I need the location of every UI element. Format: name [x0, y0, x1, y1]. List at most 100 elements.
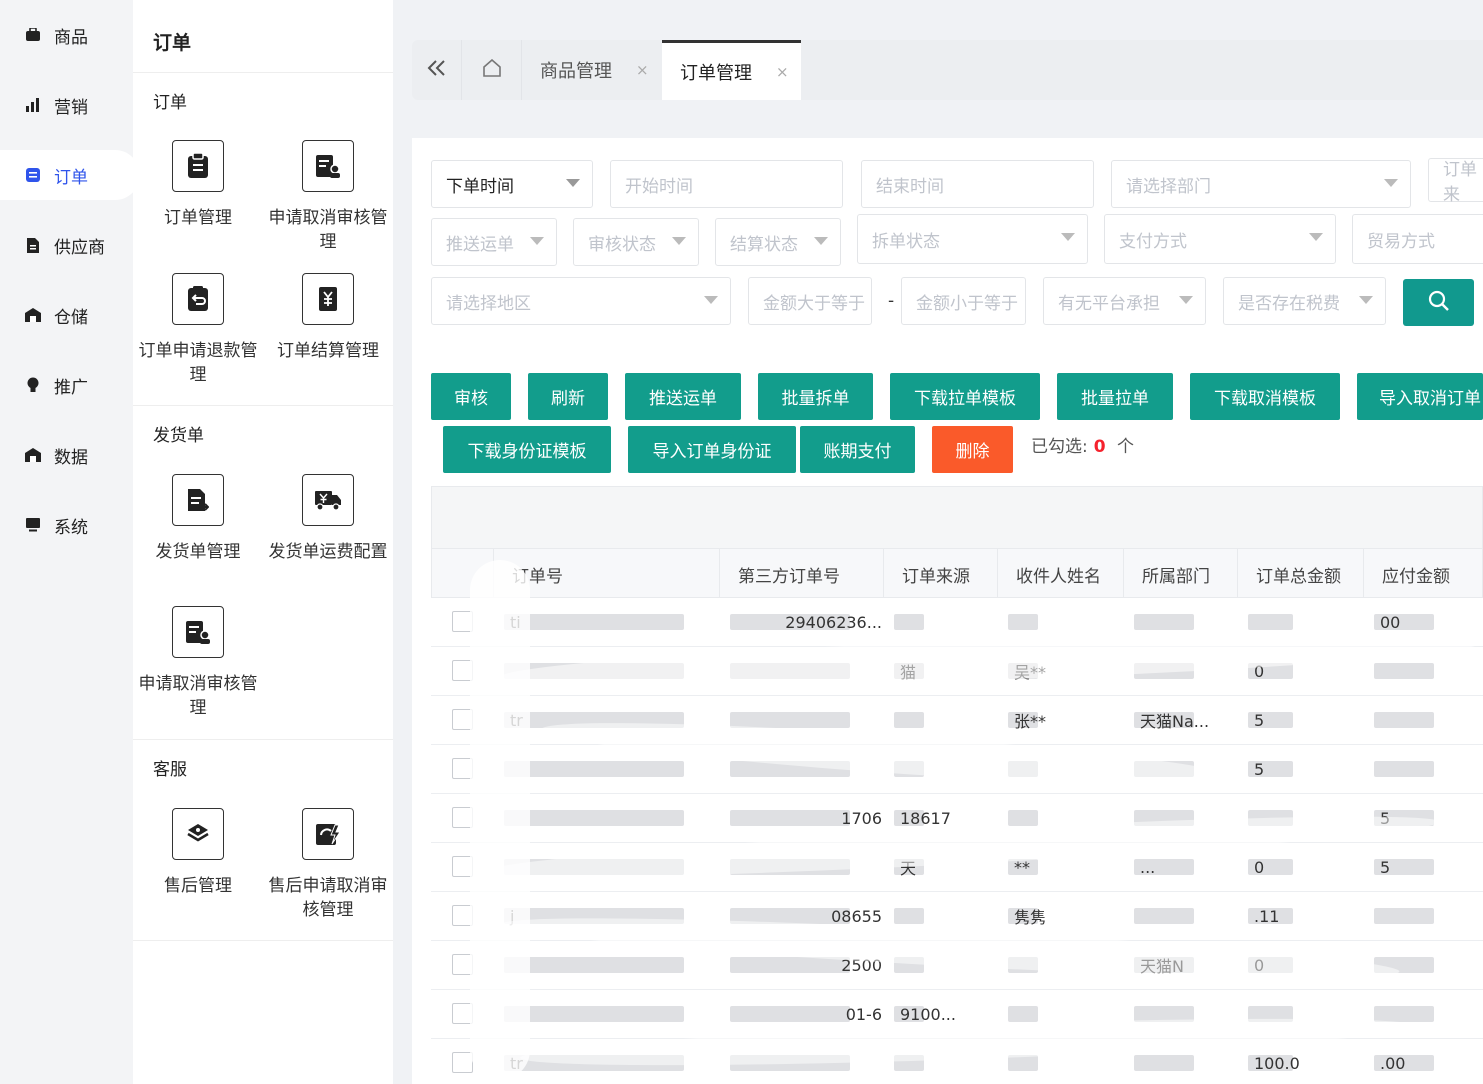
tile-aftersale-cancel-audit[interactable]: 售后申请取消审核管理 [263, 808, 393, 922]
nav-item-orders[interactable]: 订单 [0, 150, 140, 200]
tile-label: 订单管理 [164, 208, 232, 228]
region-select[interactable]: 请选择地区 [431, 277, 731, 325]
table-header: 订单号 第三方订单号 订单来源 收件人姓名 所属部门 订单总金额 应付金额 [431, 548, 1483, 599]
pay-method-select[interactable]: 支付方式 [1104, 214, 1336, 264]
platform-bear-select[interactable]: 有无平台承担 [1043, 277, 1206, 325]
amount-max-input[interactable]: 金额小于等于 [901, 277, 1026, 325]
tile-order-manage[interactable]: 订单管理 [133, 140, 263, 230]
settle-status-select[interactable]: 结算状态 [715, 218, 841, 266]
table-cell [1122, 892, 1236, 940]
table-cell [1362, 696, 1477, 744]
section-title: 客服 [153, 760, 187, 780]
download-id-template-button[interactable]: 下载身份证模板 [443, 426, 611, 473]
col-receiver-name: 收件人姓名 [997, 549, 1123, 599]
end-time-input[interactable]: 结束时间 [861, 160, 1094, 208]
tile-refund-manage[interactable]: 订单申请退款管理 [133, 273, 263, 387]
caret-down-icon [814, 237, 828, 245]
trade-mode-select[interactable]: 贸易方式 [1352, 214, 1483, 264]
nav-item-system[interactable]: 系统 [0, 500, 133, 550]
aftersale-audit-icon [302, 808, 354, 860]
period-pay-button[interactable]: 账期支付 [800, 426, 915, 473]
placeholder: 金额小于等于 [916, 293, 1018, 314]
col-order-source: 订单来源 [883, 549, 997, 599]
order-time-select[interactable]: 下单时间 [431, 160, 593, 208]
double-chevron-left-icon [427, 59, 447, 81]
nav-item-promotion[interactable]: 推广 [0, 360, 133, 410]
tile-freight-config[interactable]: 发货单运费配置 [263, 474, 393, 564]
tax-select[interactable]: 是否存在税费 [1223, 277, 1386, 325]
push-status-select[interactable]: 推送运单 [431, 218, 557, 266]
refund-icon [172, 273, 224, 325]
table-cell: 5 [1254, 759, 1265, 779]
tile-settlement[interactable]: 订单结算管理 [263, 273, 393, 363]
tile-aftersale[interactable]: 售后管理 [133, 808, 263, 898]
tab-order-manage[interactable]: 订单管理 × [662, 40, 801, 100]
close-icon[interactable]: × [776, 63, 789, 81]
table-cell [882, 598, 996, 646]
divider [133, 72, 393, 73]
download-cancel-template-button[interactable]: 下载取消模板 [1190, 373, 1340, 420]
bag-icon [24, 27, 42, 43]
audit-button[interactable]: 审核 [431, 373, 511, 420]
search-button[interactable] [1403, 279, 1474, 326]
table-cell: 张** [1014, 712, 1047, 731]
close-icon[interactable]: × [636, 61, 649, 79]
nav-item-warehouse[interactable]: 仓储 [0, 290, 133, 340]
primary-nav: 商品 营销 订单 供应商 仓储 推广 数据 系统 [0, 0, 140, 1084]
nav-item-label: 商品 [54, 27, 88, 48]
tile-label: 发货单管理 [155, 542, 241, 562]
nav-item-goods[interactable]: 商品 [0, 10, 133, 60]
download-pull-template-button[interactable]: 下载拉单模板 [890, 373, 1040, 420]
amount-min-input[interactable]: 金额大于等于 [748, 277, 872, 325]
selected-count-info: 已勾选: 0 个 [1031, 432, 1134, 457]
caret-down-icon [1061, 233, 1075, 241]
tab-goods-manage[interactable]: 商品管理 × [522, 40, 662, 100]
audit-status-select[interactable]: 审核状态 [573, 218, 699, 266]
placeholder: 拆单状态 [872, 231, 940, 252]
clipboard-icon [172, 140, 224, 192]
tile-label: 订单结算管理 [277, 341, 379, 361]
order-source-select[interactable]: 订单来 [1428, 158, 1483, 205]
tile-label: 售后管理 [164, 876, 232, 896]
supplier-icon [24, 237, 42, 253]
nav-item-data[interactable]: 数据 [0, 430, 133, 480]
import-cancel-order-button[interactable]: 导入取消订单 [1357, 373, 1483, 420]
split-status-select[interactable]: 拆单状态 [857, 214, 1088, 264]
nav-item-label: 数据 [54, 447, 88, 468]
bulb-icon [24, 377, 42, 393]
start-time-input[interactable]: 开始时间 [610, 160, 843, 208]
push-waybill-button[interactable]: 推送运单 [625, 373, 741, 420]
nav-item-supplier[interactable]: 供应商 [0, 220, 133, 270]
placeholder: 有无平台承担 [1058, 293, 1160, 314]
tile-shipment-cancel-audit[interactable]: 申请取消审核管理 [133, 606, 263, 720]
nav-item-label: 系统 [54, 517, 88, 538]
select-value: 下单时间 [446, 176, 514, 197]
placeholder: 审核状态 [588, 234, 656, 255]
collapse-button[interactable] [412, 40, 462, 100]
placeholder: 请选择地区 [446, 293, 531, 314]
selected-label: 已勾选: [1031, 437, 1088, 457]
dept-select[interactable]: 请选择部门 [1111, 160, 1411, 208]
import-order-id-button[interactable]: 导入订单身份证 [628, 426, 796, 473]
batch-pull-button[interactable]: 批量拉单 [1057, 373, 1173, 420]
tile-shipment-manage[interactable]: 发货单管理 [133, 474, 263, 564]
redaction-scribble [470, 560, 530, 1080]
tab-label: 订单管理 [680, 62, 752, 84]
truck-icon [302, 474, 354, 526]
divider [133, 405, 393, 406]
search-icon [1428, 290, 1450, 316]
tile-label: 发货单运费配置 [268, 542, 388, 562]
nav-item-label: 营销 [54, 97, 88, 118]
batch-split-button[interactable]: 批量拆单 [758, 373, 873, 420]
table-cell: 5 [1380, 857, 1391, 877]
tile-cancel-audit[interactable]: 申请取消审核管理 [263, 140, 393, 254]
section-title: 订单 [153, 93, 187, 113]
tile-label: 申请取消审核管理 [138, 674, 258, 718]
delete-button[interactable]: 删除 [932, 426, 1013, 473]
refresh-button[interactable]: 刷新 [528, 373, 608, 420]
home-tab[interactable] [462, 40, 522, 100]
table-toolbar [431, 486, 1483, 548]
nav-item-marketing[interactable]: 营销 [0, 80, 133, 130]
table-cell [1362, 745, 1477, 793]
doc-arrow-icon [172, 474, 224, 526]
